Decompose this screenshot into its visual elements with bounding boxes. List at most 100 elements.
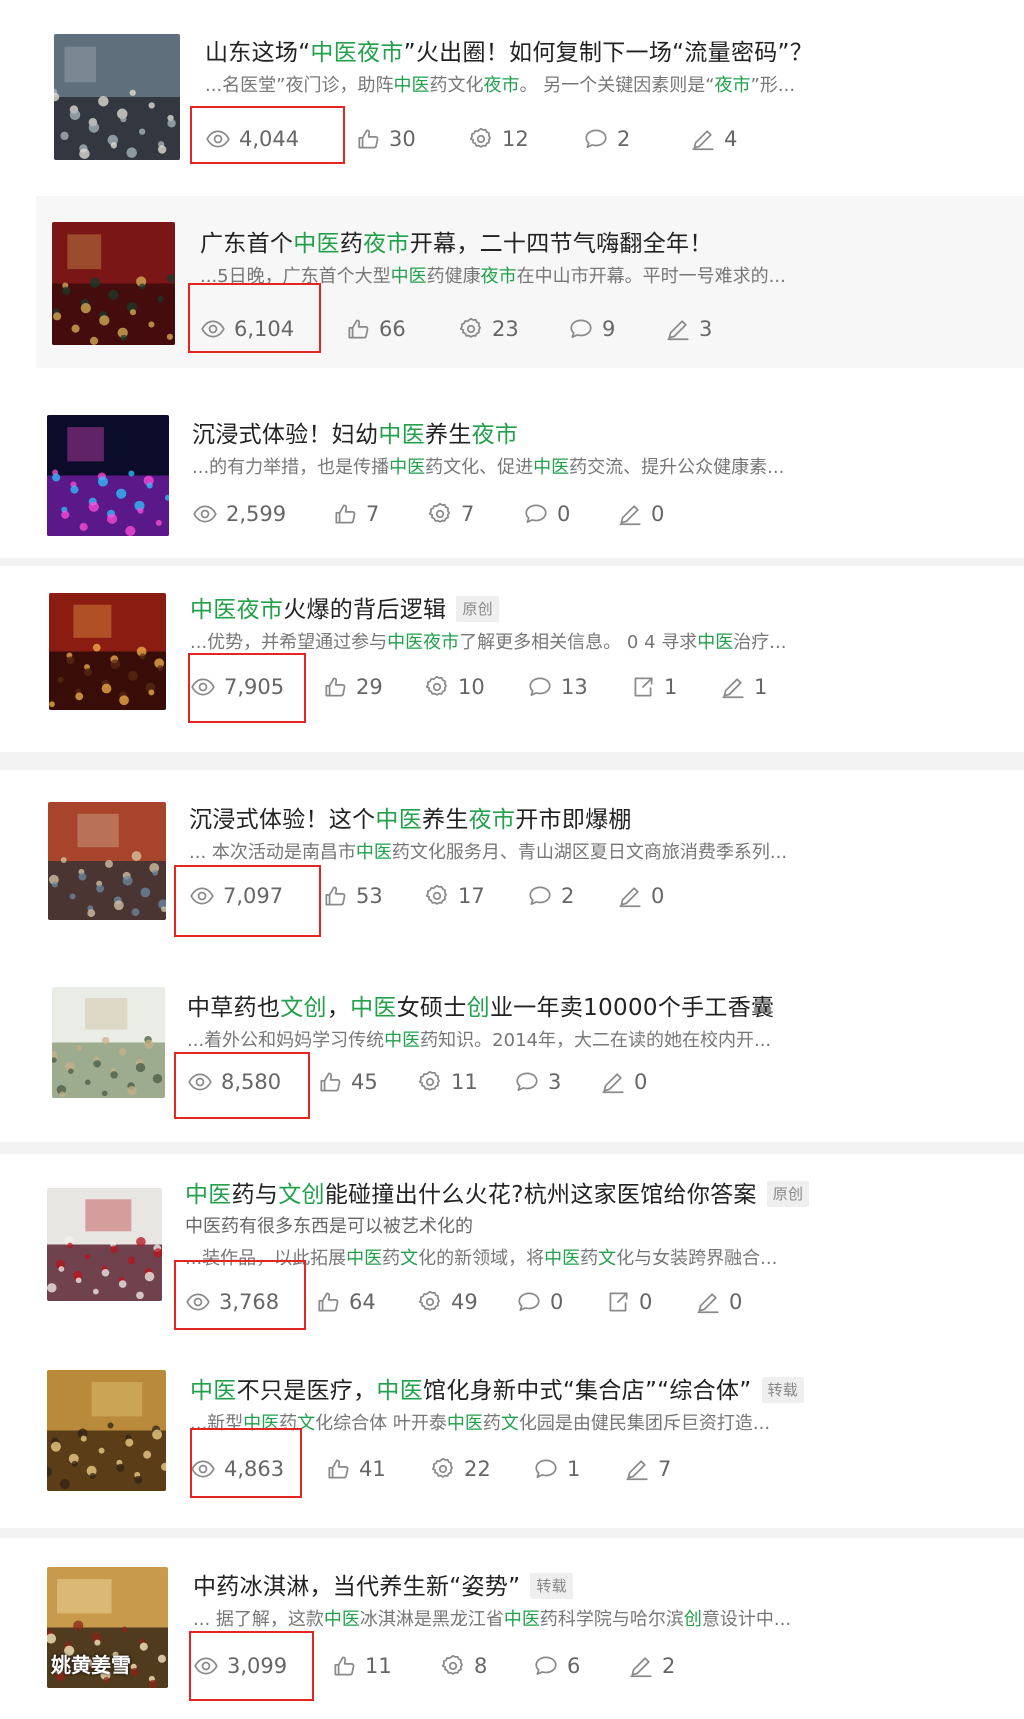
- article-excerpt: ... 本次活动是南昌市中医药文化服务月、青山湖区夏日文商旅消费季系列...: [189, 842, 788, 863]
- stat-thumbs-up[interactable]: 64: [315, 1288, 376, 1316]
- article-type-tag: 转载: [530, 1573, 573, 1599]
- stat-gear: 23: [458, 315, 519, 343]
- stat-value: 17: [458, 884, 485, 908]
- stat-pencil: 2: [628, 1652, 675, 1680]
- stat-comment[interactable]: 3: [514, 1068, 561, 1096]
- stat-thumbs-up[interactable]: 41: [325, 1455, 386, 1483]
- stat-comment[interactable]: 0: [516, 1288, 563, 1316]
- stat-comment[interactable]: 6: [533, 1652, 580, 1680]
- article-title[interactable]: 中草药也文创，中医女硕士创业一年卖10000个手工香囊: [187, 993, 774, 1023]
- article-thumbnail[interactable]: [49, 593, 166, 710]
- article-type-tag: 转载: [761, 1377, 805, 1403]
- view-count-annotation-box: [174, 1260, 306, 1330]
- stat-value: 3: [699, 317, 713, 341]
- article-thumbnail[interactable]: [52, 222, 175, 345]
- stat-value: 6: [567, 1654, 581, 1678]
- stat-comment[interactable]: 9: [568, 315, 615, 343]
- stat-value: 0: [634, 1070, 648, 1094]
- article-excerpt: ...的有力举措，也是传播中医药文化、促进中医药交流、提升公众健康素...: [192, 457, 785, 478]
- gear-icon: [469, 127, 491, 148]
- share-icon: [609, 1292, 628, 1312]
- stat-gear: 22: [430, 1455, 491, 1483]
- thumbs-up-icon: [348, 319, 369, 339]
- section-divider: [0, 558, 1024, 566]
- stat-thumbs-up[interactable]: 53: [322, 882, 383, 910]
- stat-gear: 11: [417, 1068, 478, 1096]
- article-title[interactable]: 中医药与文创能碰撞出什么火花?杭州这家医馆给你答案 原创: [185, 1180, 810, 1210]
- comment-icon: [518, 1292, 540, 1311]
- stat-value: 23: [492, 317, 519, 341]
- stat-gear: 49: [417, 1288, 478, 1316]
- stat-value: 0: [550, 1290, 564, 1314]
- stat-comment[interactable]: 13: [527, 673, 588, 701]
- comment-icon: [529, 677, 551, 696]
- gear-icon: [425, 884, 447, 905]
- article-thumbnail[interactable]: 姚黄姜雪: [47, 1567, 168, 1688]
- stat-value: 7: [366, 502, 380, 526]
- stat-thumbs-up[interactable]: 66: [345, 315, 406, 343]
- gear-icon: [425, 675, 447, 696]
- stat-comment[interactable]: 0: [523, 500, 570, 528]
- article-thumbnail[interactable]: [47, 1370, 166, 1491]
- stat-eye: 2,599: [192, 500, 286, 528]
- thumbs-up-icon: [328, 1459, 349, 1479]
- stat-thumbs-up[interactable]: 11: [331, 1652, 392, 1680]
- stat-pencil: 0: [617, 500, 664, 528]
- article-title[interactable]: 山东这场“中医夜市”火出圈！如何复制下一场“流量密码”？: [205, 38, 813, 68]
- comment-icon: [535, 1656, 557, 1675]
- stat-value: 11: [365, 1654, 392, 1678]
- stat-share[interactable]: 0: [605, 1288, 652, 1316]
- stat-thumbs-up[interactable]: 45: [317, 1068, 378, 1096]
- stat-gear: 17: [424, 882, 485, 910]
- stat-pencil: 7: [624, 1455, 671, 1483]
- article-title[interactable]: 沉浸式体验！妇幼中医养生夜市: [192, 420, 518, 450]
- article-title[interactable]: 沉浸式体验！这个中医养生夜市开市即爆棚: [189, 805, 632, 835]
- article-title[interactable]: 广东首个中医药夜市开幕，二十四节气嗨翻全年！: [200, 229, 713, 259]
- thumbs-up-icon: [320, 1072, 341, 1092]
- article-excerpt: ...名医堂”夜门诊，助阵中医药文化夜市。 另一个关键因素则是“夜市”形...: [205, 75, 796, 96]
- comment-icon: [516, 1072, 538, 1091]
- stat-gear: 10: [424, 673, 485, 701]
- stat-value: 2: [662, 1654, 676, 1678]
- article-thumbnail[interactable]: [47, 1188, 162, 1301]
- stat-pencil: 0: [600, 1068, 647, 1096]
- article-thumbnail[interactable]: [48, 802, 166, 920]
- thumbs-up-icon: [335, 504, 356, 524]
- stat-value: 2,599: [226, 502, 287, 526]
- stat-share[interactable]: 1: [630, 673, 677, 701]
- stat-value: 64: [349, 1290, 376, 1314]
- gear-icon: [441, 1654, 463, 1675]
- article-thumbnail[interactable]: [47, 415, 169, 536]
- gear-icon: [418, 1290, 440, 1311]
- article-type-tag: 原创: [456, 596, 499, 622]
- stat-value: 0: [651, 502, 665, 526]
- article-title[interactable]: 中药冰淇淋，当代养生新“姿势” 转载: [193, 1572, 573, 1602]
- gear-icon: [431, 1457, 453, 1478]
- stat-thumbs-up[interactable]: 30: [355, 125, 416, 153]
- stat-thumbs-up[interactable]: 29: [322, 673, 383, 701]
- comment-icon: [585, 129, 607, 148]
- article-excerpt: ...优势，并希望通过参与中医夜市了解更多相关信息。 0 4 寻求中医治疗...: [190, 632, 787, 653]
- stat-pencil: 1: [720, 673, 767, 701]
- stat-value: 66: [379, 317, 406, 341]
- stat-value: 7: [461, 502, 475, 526]
- article-excerpt: ... 据了解，这款中医冰淇淋是黑龙江省中医药科学院与哈尔滨创意设计中...: [193, 1609, 792, 1630]
- view-count-annotation-box: [174, 865, 321, 937]
- stat-comment[interactable]: 2: [583, 125, 630, 153]
- gear-icon: [459, 317, 481, 338]
- stat-comment[interactable]: 1: [533, 1455, 580, 1483]
- pencil-icon: [692, 130, 714, 151]
- stat-value: 2: [561, 884, 575, 908]
- article-title[interactable]: 中医夜市火爆的背后逻辑 原创: [190, 595, 499, 625]
- stat-value: 0: [729, 1290, 743, 1314]
- stat-value: 0: [639, 1290, 653, 1314]
- pencil-icon: [619, 887, 641, 908]
- stat-thumbs-up[interactable]: 7: [332, 500, 379, 528]
- stat-value: 49: [451, 1290, 478, 1314]
- article-thumbnail[interactable]: [52, 987, 165, 1098]
- thumbs-up-icon: [358, 129, 379, 149]
- comment-icon: [535, 1459, 557, 1478]
- article-title[interactable]: 中医不只是医疗，中医馆化身新中式“集合店”“综合体” 转载: [190, 1376, 805, 1406]
- stat-comment[interactable]: 2: [527, 882, 574, 910]
- article-thumbnail[interactable]: [54, 34, 180, 160]
